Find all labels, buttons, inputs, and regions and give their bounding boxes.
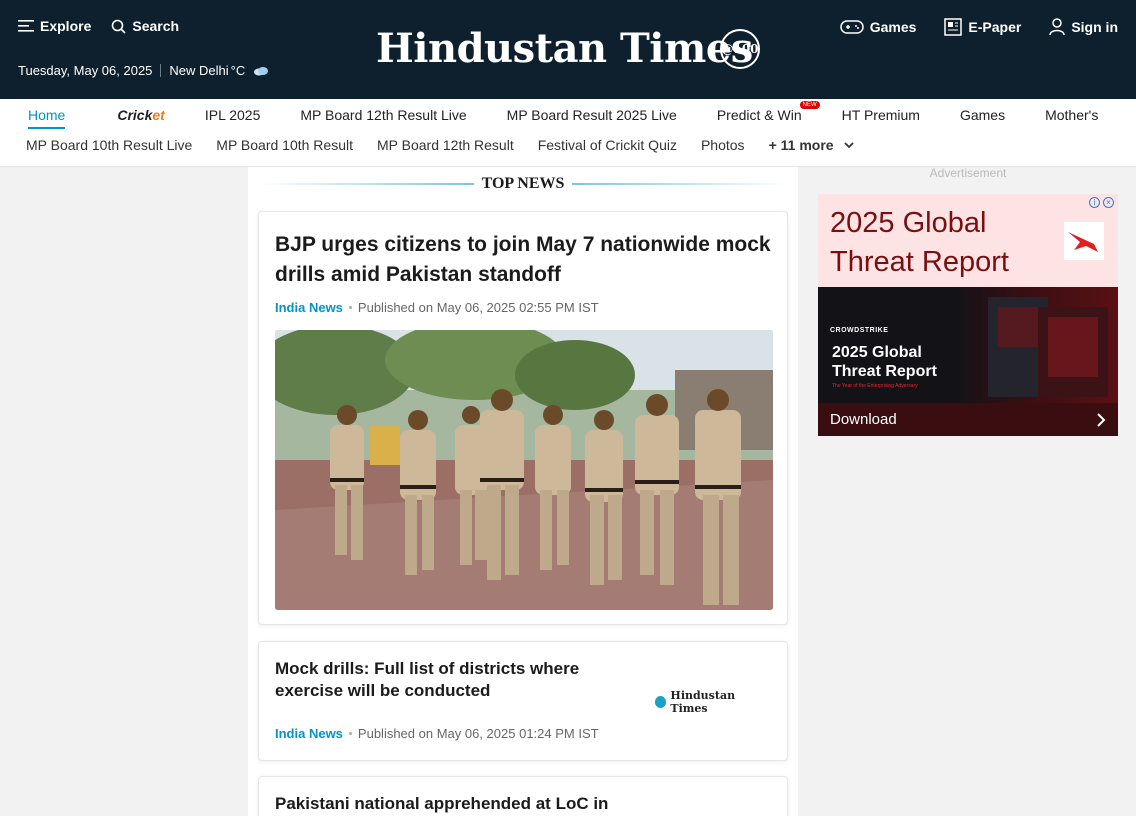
epaper-button[interactable]: E-Paper bbox=[944, 18, 1021, 36]
secondary-nav: MP Board 10th Result Live MP Board 10th … bbox=[26, 137, 878, 153]
temperature-unit: °C bbox=[230, 63, 246, 78]
divider bbox=[572, 183, 788, 185]
ad-headline: 2025 Global Threat Report bbox=[830, 207, 1009, 278]
advertisement-banner[interactable]: 2025 Global Threat Report i × CROWDSTRIK… bbox=[818, 194, 1118, 436]
newspaper-icon bbox=[944, 18, 963, 36]
section-title: TOP NEWS bbox=[481, 175, 565, 192]
lead-story-headline[interactable]: BJP urges citizens to join May 7 nationw… bbox=[275, 230, 775, 290]
news-feed: TOP NEWS BJP urges citizens to join May … bbox=[248, 167, 798, 816]
story-headline[interactable]: Mock drills: Full list of districts wher… bbox=[275, 658, 605, 702]
report-cover-image bbox=[988, 297, 1108, 397]
site-logo[interactable]: Hindustan Times bbox=[376, 25, 753, 72]
epaper-label: E-Paper bbox=[968, 19, 1022, 35]
nav-mothers-day[interactable]: Mother's bbox=[1045, 107, 1098, 129]
cloud-icon bbox=[254, 66, 269, 75]
nav-ht-premium[interactable]: HT Premium bbox=[842, 107, 920, 129]
user-icon bbox=[1049, 18, 1066, 36]
story-thumbnail[interactable]: Hindustan Times bbox=[655, 658, 771, 746]
lead-story-card[interactable]: BJP urges citizens to join May 7 nationw… bbox=[258, 211, 788, 625]
story-card[interactable]: Pakistani national apprehended at LoC in bbox=[258, 776, 788, 816]
dot-separator bbox=[348, 306, 352, 309]
story-meta: India News Published on May 06, 2025 01:… bbox=[275, 726, 599, 741]
header-right-tools: Games E-Paper Sign in bbox=[839, 18, 1118, 36]
thumbnail-logo-text: Hindustan Times bbox=[670, 689, 736, 715]
nav-predict-win-label: Predict & Win bbox=[716, 107, 802, 123]
search-label: Search bbox=[132, 18, 180, 34]
story-category[interactable]: India News bbox=[275, 300, 343, 315]
search-button[interactable]: Search bbox=[111, 18, 179, 34]
ad-tagline: The Year of the Enterprising Adversary bbox=[832, 383, 918, 389]
centenary-badge: @100 bbox=[720, 29, 760, 69]
story-timestamp: Published on May 06, 2025 02:55 PM IST bbox=[357, 300, 599, 315]
chevron-right-icon bbox=[1097, 412, 1106, 427]
ad-subheadline: 2025 Global Threat Report bbox=[832, 344, 937, 380]
nav-ipl-2025[interactable]: IPL 2025 bbox=[205, 107, 261, 129]
ad-brand: CROWDSTRIKE bbox=[830, 327, 889, 334]
story-category[interactable]: India News bbox=[275, 726, 343, 741]
signin-button[interactable]: Sign in bbox=[1049, 18, 1118, 36]
advertisement-label: Advertisement bbox=[929, 166, 1007, 180]
divider bbox=[160, 64, 162, 77]
section-header: TOP NEWS bbox=[258, 175, 788, 193]
story-card[interactable]: Mock drills: Full list of districts wher… bbox=[258, 641, 788, 761]
nav-photos[interactable]: Photos bbox=[701, 137, 745, 153]
ad-choices[interactable]: i × bbox=[1089, 197, 1114, 208]
menu-icon bbox=[18, 20, 34, 32]
close-icon[interactable]: × bbox=[1103, 197, 1114, 208]
ad-download-button[interactable]: Download bbox=[818, 403, 1118, 436]
nav-mp-board-result-live[interactable]: MP Board Result 2025 Live bbox=[507, 107, 677, 129]
new-badge: NEW bbox=[799, 101, 820, 109]
nav-mp-board-10th-live[interactable]: MP Board 10th Result Live bbox=[26, 137, 192, 153]
nav-cricket[interactable]: Cricket bbox=[117, 107, 164, 129]
nav-home[interactable]: Home bbox=[28, 107, 66, 129]
lead-story-meta: India News Published on May 06, 2025 02:… bbox=[275, 300, 599, 315]
more-menu-button[interactable]: + 11 more bbox=[769, 137, 854, 153]
police-patrol-photo bbox=[275, 330, 773, 610]
nav-mp-board-12th[interactable]: MP Board 12th Result bbox=[377, 137, 514, 153]
main-navigation: Home Cricket IPL 2025 MP Board 12th Resu… bbox=[0, 99, 1136, 167]
gamepad-icon bbox=[839, 20, 864, 34]
dot-separator bbox=[348, 732, 352, 735]
story-timestamp: Published on May 06, 2025 01:24 PM IST bbox=[357, 726, 599, 741]
search-icon bbox=[112, 19, 126, 34]
explore-button[interactable]: Explore bbox=[18, 18, 91, 34]
ht-logo-icon bbox=[655, 696, 667, 708]
games-label: Games bbox=[869, 19, 917, 35]
ad-cta-label: Download bbox=[830, 411, 897, 428]
info-icon[interactable]: i bbox=[1089, 197, 1100, 208]
nav-mp-board-12th-live[interactable]: MP Board 12th Result Live bbox=[300, 107, 466, 129]
divider bbox=[258, 183, 474, 185]
nav-predict-win[interactable]: Predict & Win NEW bbox=[716, 101, 820, 129]
explore-label: Explore bbox=[40, 18, 92, 34]
masthead: Explore Search Tuesday, May 06, 2025 New… bbox=[0, 0, 1136, 99]
story-headline[interactable]: Pakistani national apprehended at LoC in bbox=[275, 793, 655, 815]
ad-body: CROWDSTRIKE 2025 Global Threat Report Th… bbox=[818, 287, 1118, 403]
nav-mp-board-10th[interactable]: MP Board 10th Result bbox=[216, 137, 353, 153]
nav-crickit-quiz[interactable]: Festival of Crickit Quiz bbox=[538, 137, 677, 153]
falcon-logo-icon bbox=[1064, 222, 1104, 260]
date-weather: Tuesday, May 06, 2025 New Delhi °C bbox=[18, 63, 269, 78]
header-left-tools: Explore Search bbox=[18, 18, 179, 34]
ad-header: 2025 Global Threat Report i × bbox=[818, 194, 1118, 287]
chevron-down-icon bbox=[843, 141, 854, 148]
lead-story-image[interactable] bbox=[275, 330, 773, 610]
games-button[interactable]: Games bbox=[839, 18, 917, 36]
current-date: Tuesday, May 06, 2025 bbox=[18, 63, 153, 78]
location[interactable]: New Delhi bbox=[169, 63, 228, 78]
nav-games[interactable]: Games bbox=[960, 107, 1005, 129]
more-label: + 11 more bbox=[768, 137, 834, 153]
signin-label: Sign in bbox=[1071, 19, 1118, 35]
primary-nav: Home Cricket IPL 2025 MP Board 12th Resu… bbox=[28, 101, 1136, 129]
